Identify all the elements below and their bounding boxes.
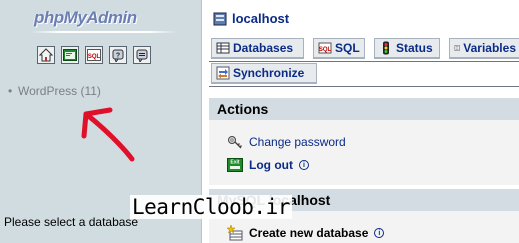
home-icon[interactable]	[37, 46, 55, 64]
select-database-hint: Please select a database	[4, 215, 139, 229]
svg-text:SQL: SQL	[88, 54, 101, 60]
log-out-icon: Exit	[227, 158, 243, 172]
svg-text:SQL: SQL	[319, 47, 332, 53]
tab-label: Variables	[463, 41, 516, 55]
tab-bar-line	[209, 61, 519, 62]
bullet: •	[8, 84, 13, 98]
nav-icon-bar: SQL ?	[37, 46, 151, 64]
actions-panel-heading: Actions	[209, 98, 519, 120]
actions-panel-body	[209, 120, 519, 185]
create-database-label: Create new database	[249, 226, 369, 240]
tab-sql[interactable]: SQL SQL	[313, 38, 365, 59]
info-icon[interactable]: i	[298, 160, 309, 170]
tab-databases[interactable]: Databases	[211, 38, 304, 59]
tab-status[interactable]: Status	[374, 38, 440, 59]
info-icon[interactable]	[133, 46, 151, 64]
tab-bar-line-2	[209, 86, 519, 87]
status-icon	[383, 41, 389, 55]
synchronize-icon	[216, 66, 230, 80]
svg-text:Exit: Exit	[230, 160, 240, 166]
red-arrow-annotation	[81, 107, 135, 162]
documentation-icon[interactable]: ?	[109, 46, 127, 64]
log-out-link[interactable]: Log out	[249, 158, 293, 172]
change-password-row[interactable]: Change password	[227, 134, 346, 150]
tab-label: Synchronize	[233, 66, 305, 80]
server-breadcrumb[interactable]: localhost	[213, 11, 289, 26]
query-window-icon[interactable]	[61, 46, 79, 64]
databases-icon	[216, 42, 230, 54]
sql-icon: SQL	[318, 42, 332, 54]
tab-label: Databases	[233, 41, 294, 55]
tab-synchronize[interactable]: Synchronize	[211, 63, 317, 84]
new-database-icon	[227, 225, 243, 241]
change-password-link[interactable]: Change password	[249, 135, 346, 149]
tab-label: SQL	[335, 41, 360, 55]
watermark-text: LearnCloob.ir	[130, 195, 292, 219]
tab-label: Status	[396, 41, 433, 55]
server-title-text[interactable]: localhost	[232, 11, 289, 26]
phpmyadmin-logo[interactable]: phpMyAdmin	[34, 8, 137, 28]
server-icon	[213, 12, 227, 25]
log-out-row[interactable]: Exit Log out i	[227, 157, 309, 173]
logo-underline	[30, 31, 178, 33]
create-database-row[interactable]: Create new database i	[227, 225, 385, 241]
key-icon	[228, 136, 242, 149]
sql-icon[interactable]: SQL	[85, 46, 103, 64]
tab-variables[interactable]: Variables	[449, 38, 519, 59]
variables-icon	[454, 45, 460, 51]
svg-text:?: ?	[116, 53, 120, 60]
phpmyadmin-window: phpMyAdmin SQL ? • WordPress (11) Please…	[0, 0, 519, 243]
info-icon[interactable]: i	[374, 228, 385, 238]
